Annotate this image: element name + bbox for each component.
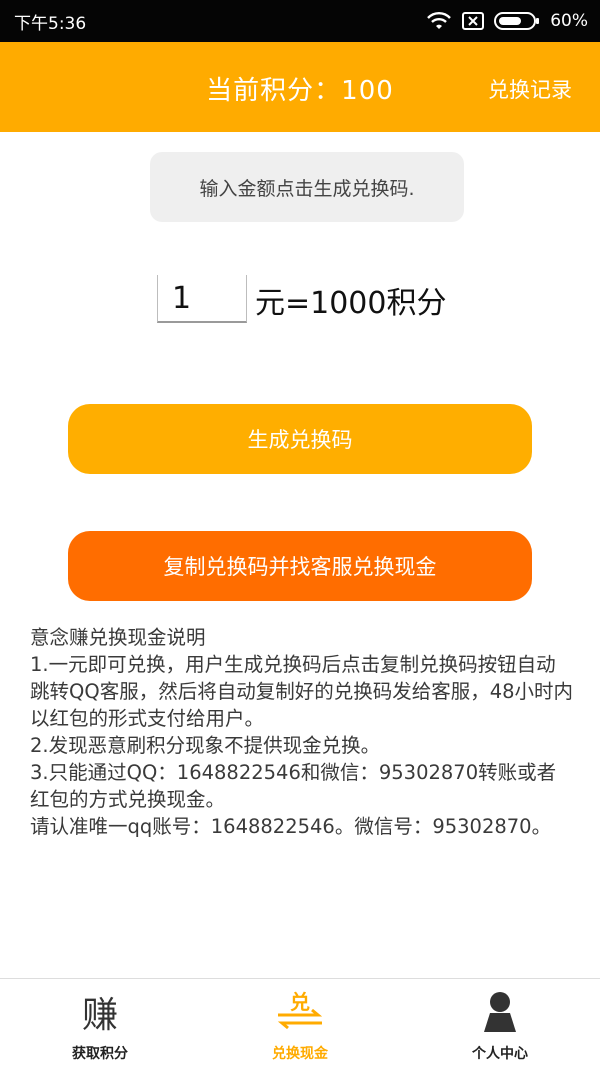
copy-code-contact-button[interactable]: 复制兑换码并找客服兑换现金 — [68, 531, 532, 601]
battery-percent: 60% — [550, 11, 588, 31]
instruction-line: 2.发现恶意刷积分现象不提供现金兑换。 — [30, 734, 381, 757]
nav-personal-center[interactable]: 个人中心 — [400, 979, 600, 1067]
status-time: 下午5:36 — [14, 13, 87, 34]
bottom-nav: 赚 获取积分 兑 兑换现金 个人中心 — [0, 978, 600, 1067]
exchange-history-link[interactable]: 兑换记录 — [488, 74, 572, 104]
battery-icon — [494, 12, 540, 30]
instruction-line: 请认准唯一qq账号：1648822546。微信号：95302870。 — [30, 815, 552, 838]
instruction-line: 3.只能通过QQ：1648822546和微信：95302870转账或者红包的方式… — [30, 761, 557, 811]
nav-label: 获取积分 — [72, 1046, 128, 1062]
instructions-title: 意念赚兑换现金说明 — [30, 626, 206, 649]
status-icons: 60% — [426, 11, 588, 31]
hint-text: 输入金额点击生成兑换码. — [199, 177, 415, 200]
exchange-rate-label: 元=1000积分 — [255, 286, 447, 321]
generate-code-button[interactable]: 生成兑换码 — [68, 404, 532, 474]
hint-box: 输入金额点击生成兑换码. — [150, 152, 464, 222]
sim-off-icon — [462, 12, 485, 30]
nav-label: 兑换现金 — [272, 1046, 328, 1062]
earn-icon: 赚 — [81, 995, 118, 1036]
app-header: 当前积分：100 兑换记录 — [0, 42, 600, 132]
user-icon — [483, 991, 517, 1033]
svg-text:兑: 兑 — [290, 991, 310, 1014]
amount-input[interactable] — [157, 275, 247, 323]
instructions: 意念赚兑换现金说明 1.一元即可兑换，用户生成兑换码后点击复制兑换码按钮自动跳转… — [30, 624, 575, 840]
wifi-icon — [427, 12, 452, 29]
nav-label: 个人中心 — [472, 1046, 528, 1062]
exchange-icon: 兑 — [274, 991, 326, 1033]
instruction-line: 1.一元即可兑换，用户生成兑换码后点击复制兑换码按钮自动跳转QQ客服，然后将自动… — [30, 653, 574, 730]
nav-exchange-cash[interactable]: 兑 兑换现金 — [200, 979, 400, 1067]
status-bar: 下午5:36 60% — [0, 0, 600, 42]
nav-earn-points[interactable]: 赚 获取积分 — [0, 979, 200, 1067]
